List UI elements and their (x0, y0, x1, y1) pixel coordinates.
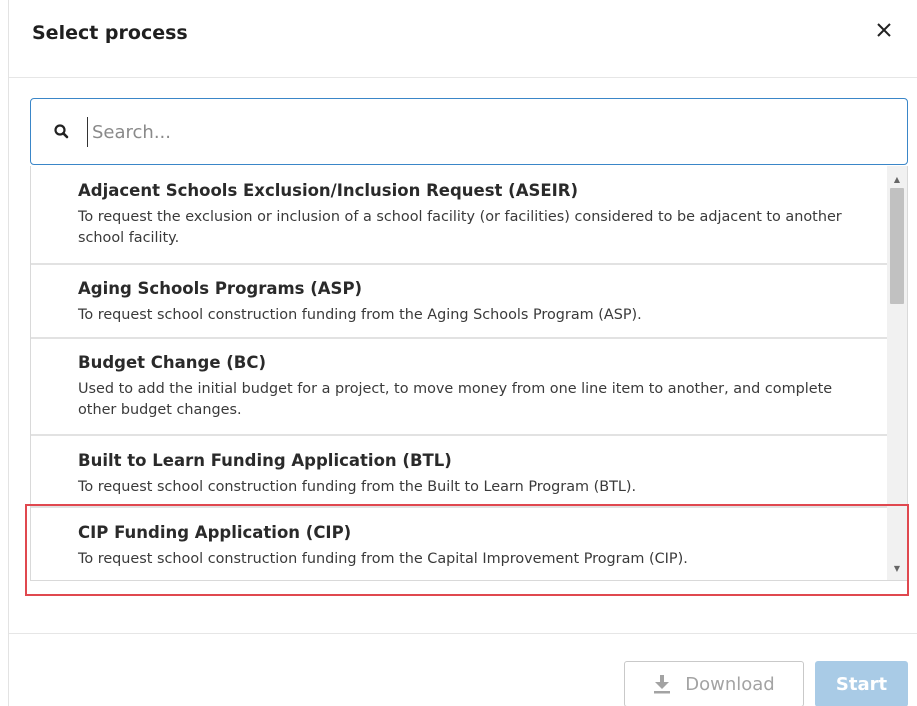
process-title: Built to Learn Funding Application (BTL) (78, 451, 452, 470)
process-description: To request school construction funding f… (78, 479, 637, 495)
search-input[interactable] (87, 117, 872, 147)
close-icon (877, 23, 891, 37)
select-process-dialog: Select process Adjacent Schools Exclusio… (0, 0, 917, 706)
process-description: To request school construction funding f… (78, 551, 688, 567)
process-item-aseir[interactable]: Adjacent Schools Exclusion/Inclusion Req… (31, 166, 887, 265)
process-title: CIP Funding Application (CIP) (78, 523, 352, 542)
footer-divider (9, 633, 917, 634)
process-description: To request the exclusion or inclusion of… (78, 209, 842, 246)
process-title: Budget Change (BC) (78, 353, 267, 372)
process-item-cip[interactable]: CIP Funding Application (CIP) To request… (31, 508, 887, 580)
download-button[interactable]: Download (624, 661, 804, 706)
process-title: Adjacent Schools Exclusion/Inclusion Req… (78, 181, 579, 200)
list-scrollbar[interactable]: ▲ ▼ (887, 166, 907, 580)
process-description: To request school construction funding f… (78, 307, 642, 323)
process-item-bc[interactable]: Budget Change (BC) Used to add the initi… (31, 339, 887, 436)
process-title: Aging Schools Programs (ASP) (78, 279, 363, 298)
dialog-left-border (8, 0, 9, 706)
header-divider (9, 77, 917, 78)
dialog-header: Select process (0, 0, 917, 77)
process-list: Adjacent Schools Exclusion/Inclusion Req… (30, 166, 908, 581)
scroll-down-arrow-icon[interactable]: ▼ (887, 559, 907, 577)
search-icon (54, 124, 69, 139)
search-box (30, 98, 908, 165)
download-label: Download (685, 673, 775, 695)
scroll-up-arrow-icon[interactable]: ▲ (887, 170, 907, 188)
dialog-title: Select process (32, 22, 188, 44)
process-description: Used to add the initial budget for a pro… (78, 381, 833, 418)
start-button[interactable]: Start (815, 661, 908, 706)
close-button[interactable] (872, 18, 896, 42)
process-item-btl[interactable]: Built to Learn Funding Application (BTL)… (31, 436, 887, 508)
scroll-thumb[interactable] (890, 188, 904, 304)
download-icon (654, 675, 671, 694)
process-item-asp[interactable]: Aging Schools Programs (ASP) To request … (31, 265, 887, 339)
